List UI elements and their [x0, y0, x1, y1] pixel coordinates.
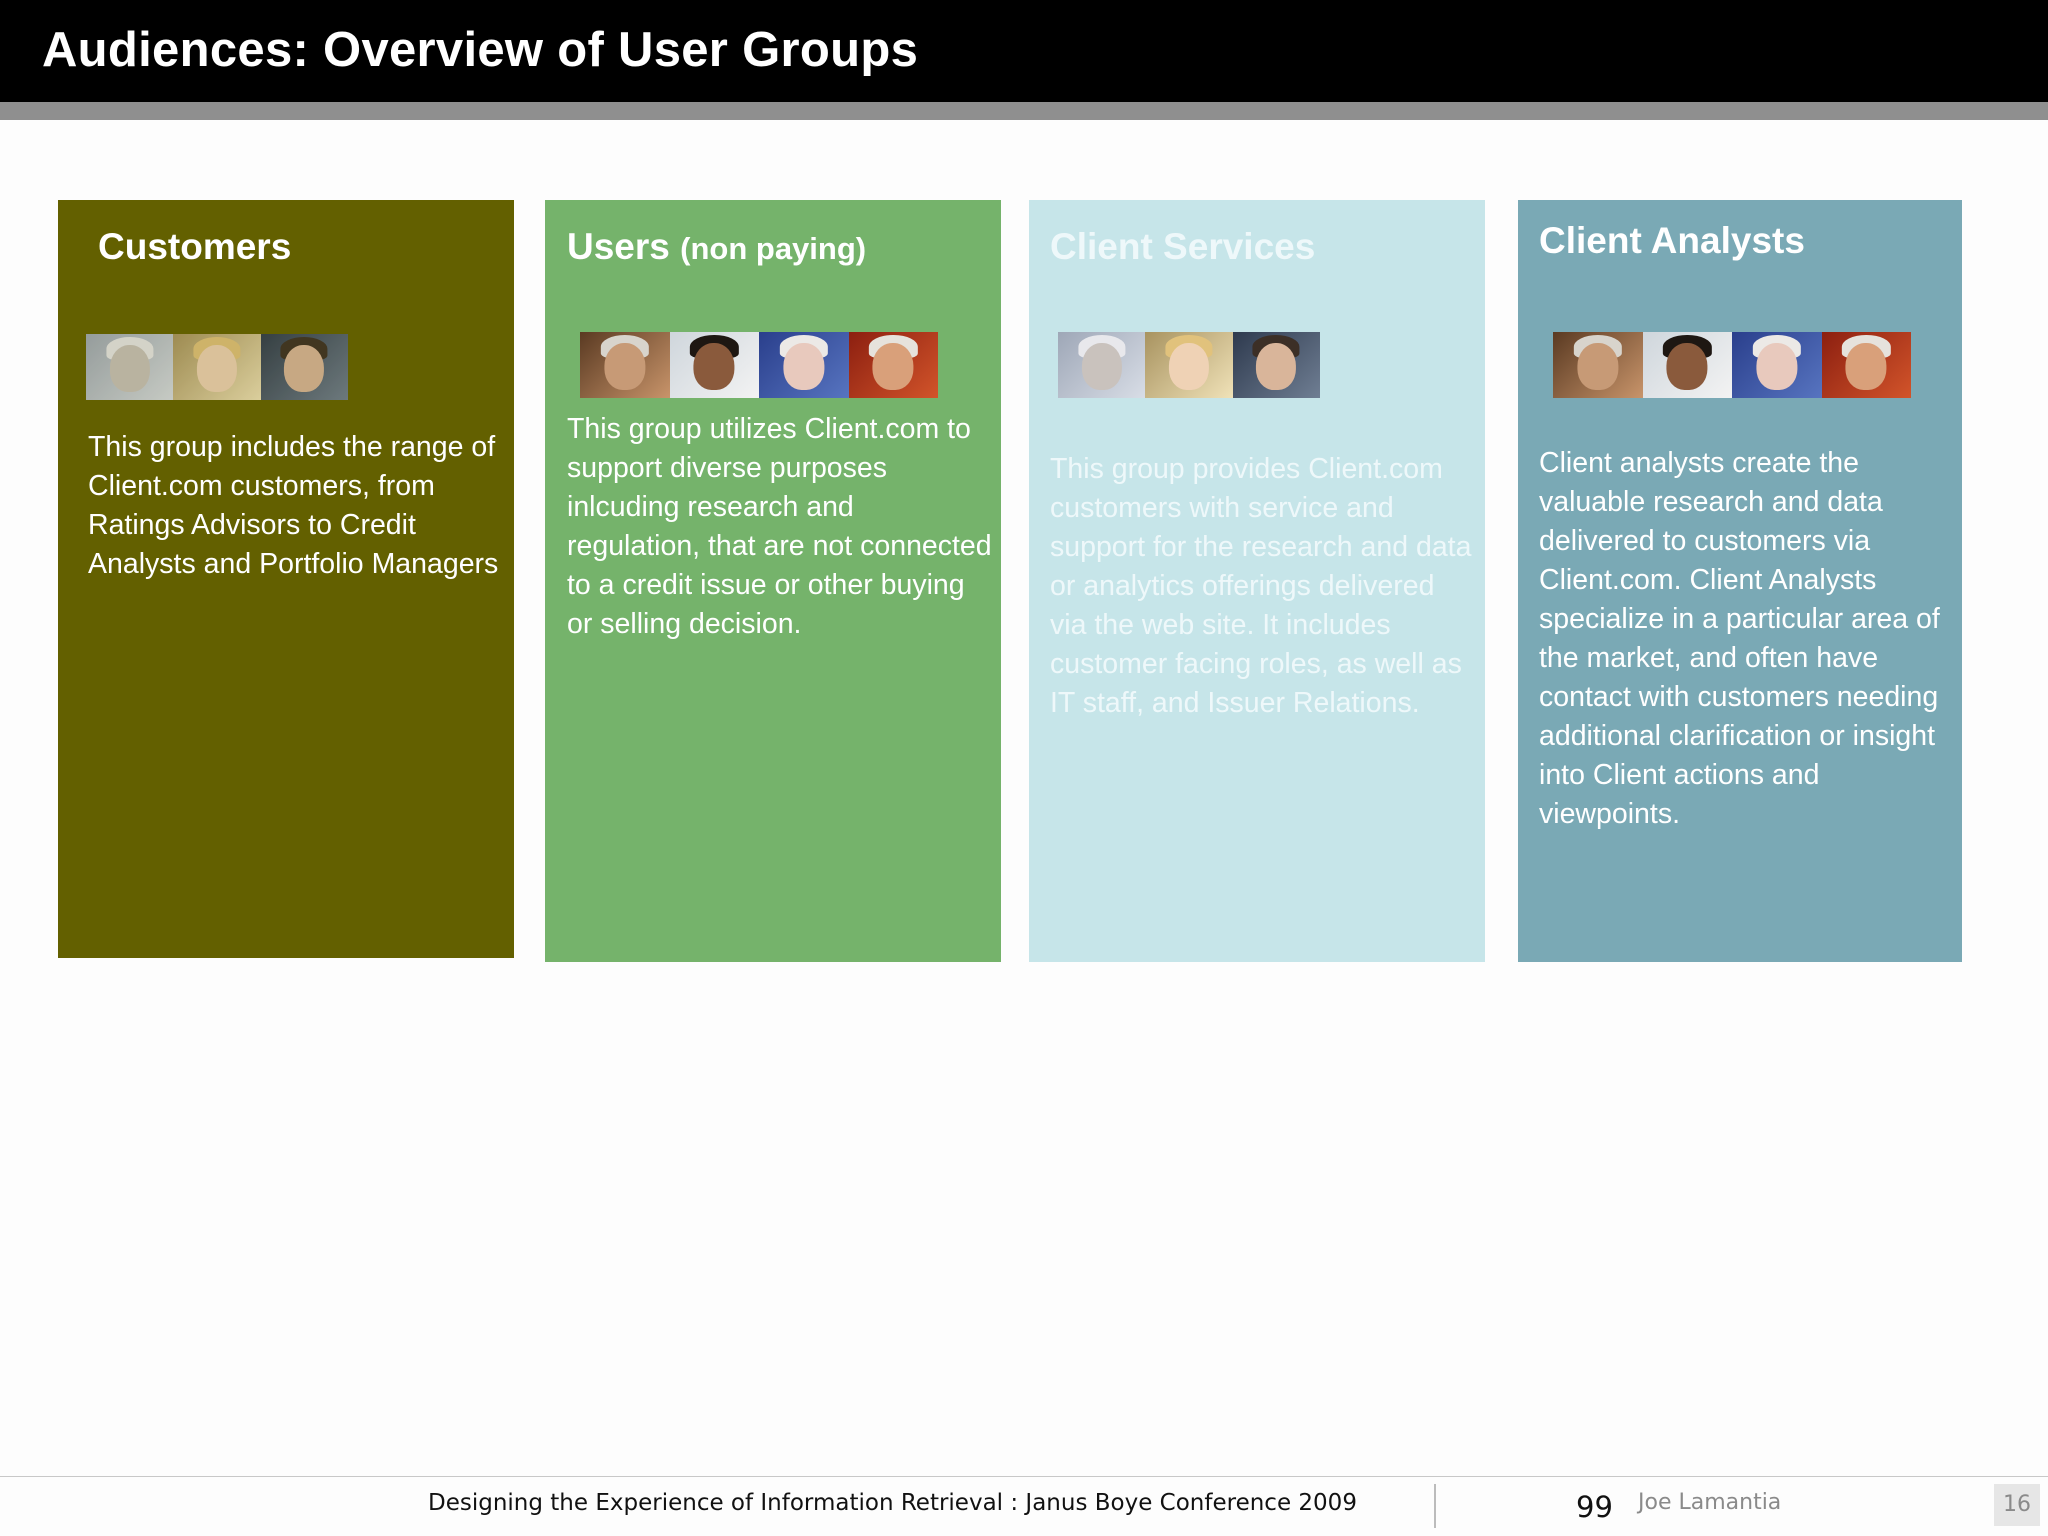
users-title: Users (non paying) — [567, 226, 866, 268]
face-image — [260, 334, 348, 400]
client-analysts-card: Client Analysts Client analysts create t… — [1518, 200, 1962, 962]
face-image — [1232, 332, 1320, 398]
customers-description: This group includes the range of Client.… — [88, 431, 499, 580]
client-analysts-photo-strip — [1553, 332, 1911, 398]
customers-photo-strip — [86, 334, 348, 400]
client-analysts-description: Client analysts create the valuable rese… — [1539, 447, 1940, 830]
face-image — [173, 334, 261, 400]
face-image — [1821, 332, 1911, 398]
face-image — [86, 334, 174, 400]
footer-number: 99 — [1576, 1490, 1613, 1524]
users-card: Users (non paying) This group utilizes C… — [545, 200, 1001, 962]
users-description: This group utilizes Client.com to suppor… — [567, 413, 992, 640]
footer-rule — [0, 1476, 2048, 1477]
client-services-description: This group provides Client.com customers… — [1050, 453, 1472, 719]
footer-divider — [1434, 1484, 1436, 1528]
customers-title: Customers — [98, 226, 292, 267]
users-photo-strip — [580, 332, 938, 398]
face-image — [1732, 332, 1822, 398]
client-services-title: Client Services — [1050, 226, 1316, 267]
face-image — [1642, 332, 1732, 398]
title-rule — [0, 102, 2048, 120]
face-image — [759, 332, 849, 398]
title-bar: Audiences: Overview of User Groups — [0, 0, 2048, 102]
face-image — [848, 332, 938, 398]
footer-presentation-title: Designing the Experience of Information … — [428, 1490, 1357, 1516]
face-image — [669, 332, 759, 398]
client-services-card: Client Services This group provides Clie… — [1029, 200, 1485, 962]
users-title-subtitle: (non paying) — [680, 231, 867, 266]
slide-number: 16 — [1994, 1484, 2040, 1526]
face-image — [1145, 332, 1233, 398]
client-analysts-title: Client Analysts — [1539, 220, 1805, 261]
face-image — [580, 332, 670, 398]
face-image — [1058, 332, 1146, 398]
client-services-photo-strip — [1058, 332, 1320, 398]
slide-title: Audiences: Overview of User Groups — [42, 23, 919, 77]
customers-card: Customers This group includes the range … — [58, 200, 514, 958]
face-image — [1553, 332, 1643, 398]
footer-author: Joe Lamantia — [1638, 1490, 1782, 1515]
users-title-main: Users — [567, 226, 670, 267]
